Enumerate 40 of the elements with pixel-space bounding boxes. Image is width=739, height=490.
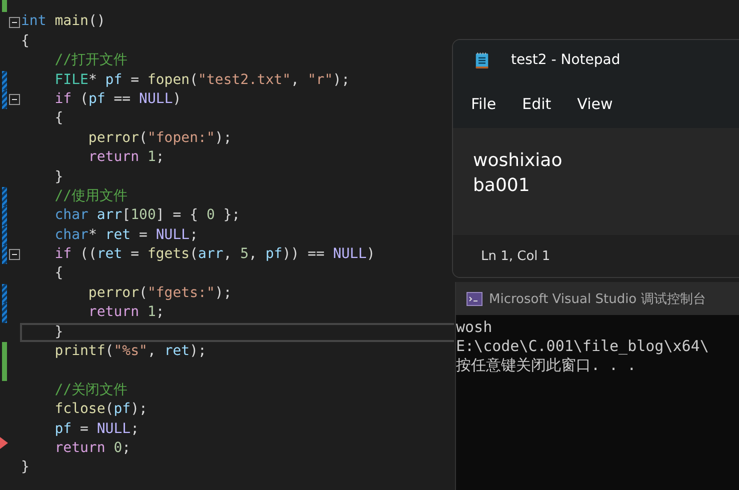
code-line: perror("fopen:"); [87,128,232,148]
code-line: if ((ret = fgets(arr, 5, pf)) == NULL) [54,245,376,264]
code-line: { [21,32,30,51]
text-line: ba001 [473,174,531,198]
menu-item[interactable]: File [461,91,506,117]
code-line: if (pf == NULL) [54,90,182,109]
text-line: woshixiao [473,149,564,173]
code-line: } [21,458,30,478]
code-line: { [54,109,64,128]
collapse-icon[interactable] [9,249,20,260]
code-line: return 0; [54,438,131,458]
code-line: FILE* pf = fopen("test2.txt", "r"); [54,70,350,90]
code-line: char arr[100] = { 0 }; [54,206,240,226]
menu-item[interactable]: View [567,91,623,117]
code-line: pf = NULL; [54,420,140,439]
code-line: //关闭文件 [54,380,128,400]
code-line: } [54,168,64,187]
code-line: int main() [21,12,106,32]
code-line: fclose(pf); [54,400,148,420]
menu-item[interactable]: Edit [512,91,562,117]
code-line: return 1; [87,148,164,168]
collapse-icon[interactable] [9,94,20,106]
notepad-icon [475,50,489,70]
console-icon [466,292,483,306]
status-text: Ln 1, Col 1 [481,248,550,264]
code-line: char* ret = NULL; [54,226,198,245]
console-output-line: 按任意键关闭此窗口. . . [456,356,638,375]
code-line: //使用文件 [54,186,128,206]
text-area[interactable]: woshixiao ba001 [453,128,739,235]
window-title: test2 - Notepad [511,52,620,68]
code-line: { [54,264,64,284]
console-output-line: E:\code\C.001\file_blog\x64\ [456,337,710,356]
code-line: perror("fgets:"); [87,284,232,303]
code-line: } [54,322,64,342]
code-line: //打开文件 [54,51,128,70]
code-line: printf("%s", ret); [54,342,206,362]
collapse-icon[interactable] [9,16,20,28]
code-line: return 1; [87,303,164,322]
window-title: Microsoft Visual Studio 调试控制台 [489,290,706,308]
console-output-line: wosh [456,318,494,337]
